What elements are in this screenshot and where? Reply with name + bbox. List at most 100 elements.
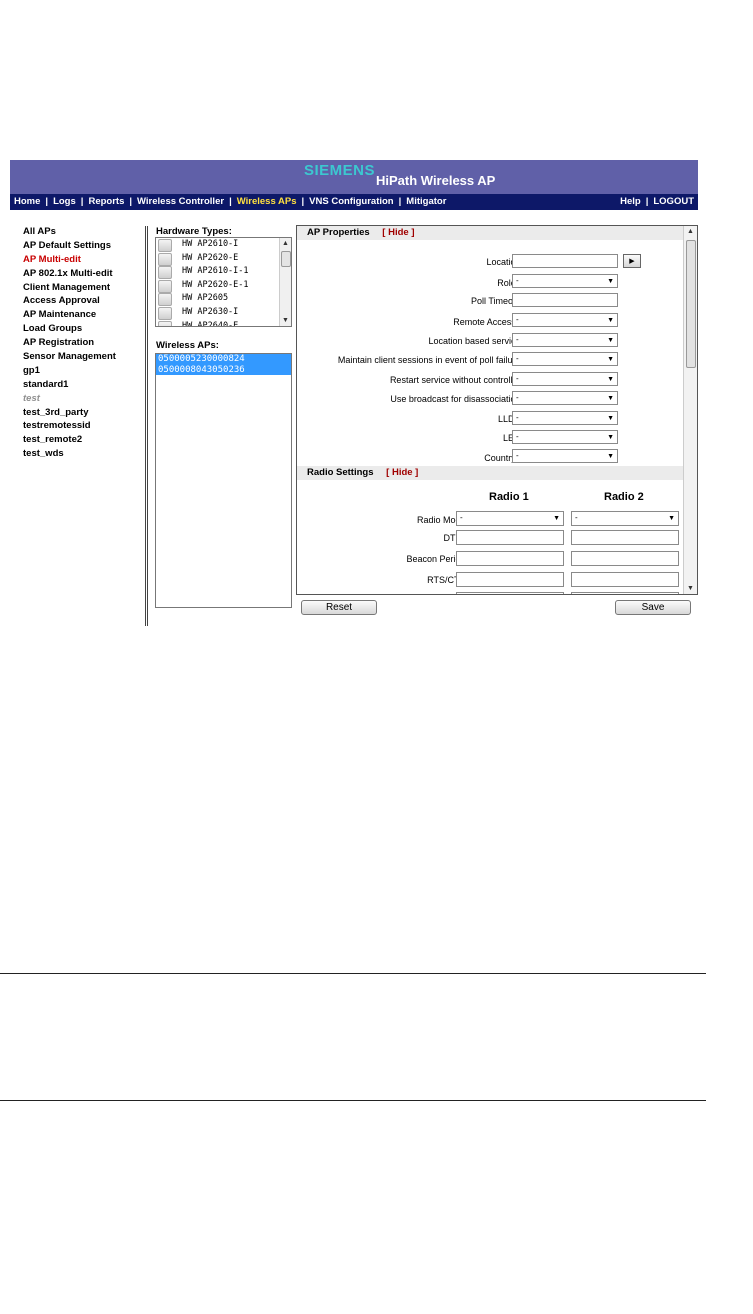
radio-2-dtim-input[interactable] [571,530,679,545]
sidebar-item-ap-802-1x-multi-edit[interactable]: AP 802.1x Multi-edit [23,267,148,281]
sidebar-item-sensor-management[interactable]: Sensor Management [23,350,148,364]
sidebar-item-ap-multi-edit[interactable]: AP Multi-edit [23,253,148,267]
sidebar-item-ap-maintenance[interactable]: AP Maintenance [23,308,148,322]
radio-1-dtim-input[interactable] [456,530,564,545]
hardware-type-label: HW AP2610-I [182,239,239,249]
radio-2-mode-value: - [575,513,578,522]
restart-service-without-controller-label: Restart service without controller: [390,375,523,385]
sidebar-item-ap-default-settings[interactable]: AP Default Settings [23,239,148,253]
remote-access-value: - [516,315,519,324]
role-value: - [516,276,519,285]
led-select[interactable]: - ▼ [512,430,618,444]
header-banner: SIEMENS HiPath Wireless AP [10,160,698,194]
restart-service-without-controller-select[interactable]: - ▼ [512,372,618,386]
radio-2-next-input[interactable] [571,592,679,594]
scroll-up-icon[interactable]: ▲ [282,240,289,247]
wireless-ap-item[interactable]: 0500008043050236 [156,364,291,375]
page-divider-top [0,973,706,974]
hardware-types-list[interactable]: HW AP2610-I HW AP2620-E HW AP2610-I-1 HW AP… [155,237,292,327]
remote-access-select[interactable]: - ▼ [512,313,618,327]
location-input[interactable] [512,254,618,268]
scroll-thumb[interactable] [281,251,291,267]
hardware-type-item[interactable]: HW AP2640-E [156,320,291,326]
sidebar-menu: All APs AP Default Settings AP Multi-edit A… [23,225,148,461]
radio-1-header: Radio 1 [489,491,529,503]
location-go-button[interactable]: ▶ [623,254,641,268]
radio-settings-title: Radio Settings [307,467,374,478]
radio-1-mode-select[interactable]: - ▼ [456,511,564,526]
save-button[interactable]: Save [615,600,691,615]
sidebar-item-test-3rd-party[interactable]: test_3rd_party [23,406,148,420]
hardware-type-item[interactable]: HW AP2610-I [156,238,291,252]
nav-separator: | [398,196,402,207]
hardware-type-item[interactable]: HW AP2620-E [156,252,291,266]
radio-2-rts-input[interactable] [571,572,679,587]
country-select[interactable]: - ▼ [512,449,618,463]
sidebar-item-testremotessid[interactable]: testremotessid [23,419,148,433]
nav-item-reports[interactable]: Reports [88,196,124,207]
nav-item-mitigator[interactable]: Mitigator [406,196,446,207]
use-broadcast-for-disassociation-value: - [516,393,519,402]
sidebar-item-test[interactable]: test [23,392,148,406]
nav-item-logs[interactable]: Logs [53,196,76,207]
sidebar-item-all-aps[interactable]: All APs [23,225,148,239]
checkbox[interactable] [158,279,172,293]
checkbox[interactable] [158,239,172,252]
sidebar-item-gp1[interactable]: gp1 [23,364,148,378]
maintain-client-sessions-in-event-of-poll-failure-select[interactable]: - ▼ [512,352,618,366]
sidebar-item-standard1[interactable]: standard1 [23,378,148,392]
radio-2-mode-select[interactable]: - ▼ [571,511,679,526]
hardware-type-item[interactable]: HW AP2610-I-1 [156,265,291,280]
use-broadcast-for-disassociation-label: Use broadcast for disassociation: [390,394,523,404]
sidebar-item-test-wds[interactable]: test_wds [23,447,148,461]
radio-1-rts-input[interactable] [456,572,564,587]
use-broadcast-for-disassociation-select[interactable]: - ▼ [512,391,618,405]
sidebar-item-test-remote2[interactable]: test_remote2 [23,433,148,447]
reset-button[interactable]: Reset [301,600,377,615]
nav-item-home[interactable]: Home [14,196,40,207]
sidebar-item-ap-registration[interactable]: AP Registration [23,336,148,350]
scroll-down-icon[interactable]: ▼ [687,585,694,592]
hardware-type-item[interactable]: HW AP2605 [156,292,291,307]
nav-item-help[interactable]: Help [620,196,641,207]
sidebar-item-client-management[interactable]: Client Management [23,281,148,295]
radio-1-next-input[interactable] [456,592,564,594]
sidebar-item-load-groups[interactable]: Load Groups [23,322,148,336]
chevron-down-icon: ▼ [607,453,614,460]
checkbox[interactable] [158,320,172,326]
sidebar-item-access-approval[interactable]: Access Approval [23,294,148,308]
ap-properties-header: AP Properties [ Hide ] [297,226,683,240]
role-select[interactable]: - ▼ [512,274,618,288]
scroll-down-icon[interactable]: ▼ [282,317,289,324]
radio-2-beacon-input[interactable] [571,551,679,566]
hardware-type-item[interactable]: HW AP2630-I [156,306,291,320]
panel-scroll-thumb[interactable] [686,240,696,368]
checkbox[interactable] [158,266,172,280]
scroll-up-icon[interactable]: ▲ [687,228,694,235]
maintain-client-sessions-in-event-of-poll-failure-label-text: Maintain client sessions in event of pol… [337,355,523,365]
poll-timeout-input[interactable] [512,293,618,307]
radio-settings-hide-link[interactable]: [ Hide ] [386,467,418,478]
brand-logo: SIEMENS [304,162,376,179]
nav-item-vns-configuration[interactable]: VNS Configuration [309,196,393,207]
nav-item-wireless-aps[interactable]: Wireless APs [237,196,297,207]
checkbox[interactable] [158,293,172,307]
lldp-select[interactable]: - ▼ [512,411,618,425]
hardware-type-item[interactable]: HW AP2620-E-1 [156,279,291,293]
chevron-down-icon: ▼ [607,376,614,383]
checkbox[interactable] [158,306,172,320]
radio-1-beacon-input[interactable] [456,551,564,566]
location-based-service-select[interactable]: - ▼ [512,333,618,347]
hardware-type-label: HW AP2610-I-1 [182,266,249,277]
chevron-down-icon: ▼ [553,515,560,522]
wireless-ap-item[interactable]: 0500005230000824 [156,354,291,365]
chevron-down-icon: ▼ [607,395,614,402]
ap-properties-hide-link[interactable]: [ Hide ] [382,227,414,238]
panel-scrollbar[interactable]: ▲ ▼ [683,226,697,594]
hardware-list-scrollbar[interactable]: ▲ ▼ [279,238,291,326]
nav-item-wireless-controller[interactable]: Wireless Controller [137,196,224,207]
checkbox[interactable] [158,252,172,266]
nav-item-logout[interactable]: LOGOUT [653,196,694,207]
radio-1-mode-value: - [460,513,463,522]
wireless-aps-list[interactable]: 0500005230000824 0500008043050236 [155,353,292,608]
